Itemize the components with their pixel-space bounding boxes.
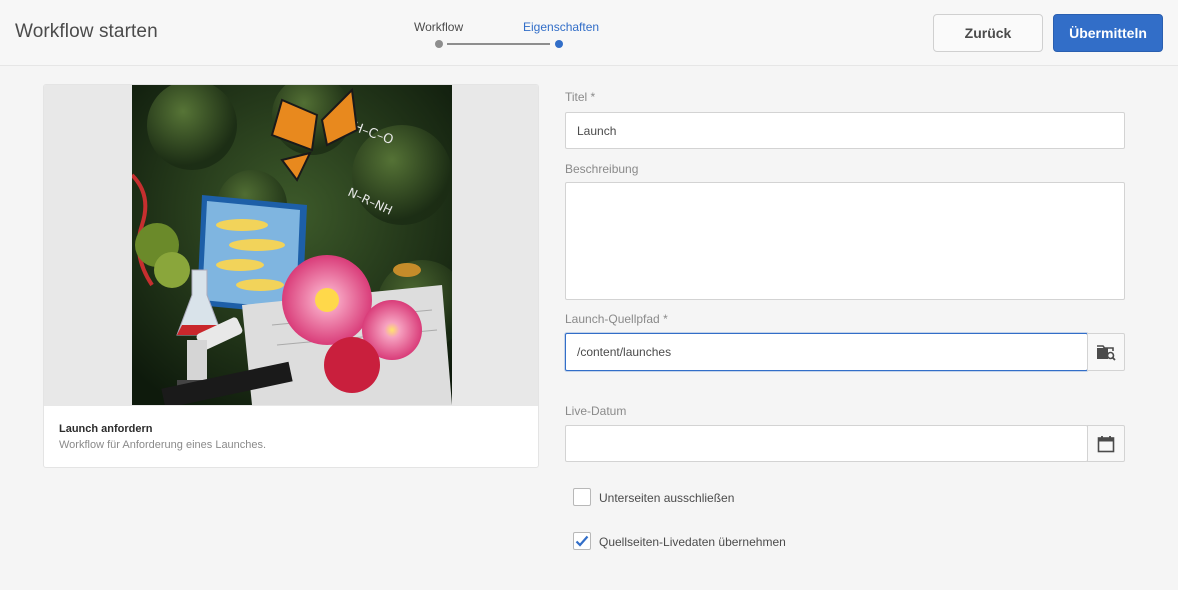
- date-picker-button[interactable]: [1087, 425, 1125, 462]
- submit-button[interactable]: Übermitteln: [1053, 14, 1163, 52]
- folder-search-icon: [1097, 345, 1116, 361]
- description-textarea[interactable]: [565, 182, 1125, 300]
- page-title: Workflow starten: [15, 21, 158, 42]
- card-description: Workflow für Anforderung eines Launches.: [59, 439, 267, 451]
- step-workflow-label[interactable]: Workflow: [414, 20, 463, 34]
- title-label: Titel *: [565, 90, 596, 104]
- step-properties-label[interactable]: Eigenschaften: [523, 20, 599, 34]
- source-path-label: Launch-Quellpfad *: [565, 312, 668, 326]
- step-connector: [447, 43, 550, 45]
- exclude-subpages-checkbox[interactable]: [573, 488, 591, 506]
- path-browser-button[interactable]: [1087, 333, 1125, 371]
- workflow-thumbnail: H–C–O N–R–NH: [132, 85, 452, 405]
- live-date-field[interactable]: [565, 425, 1088, 462]
- step-workflow-dot[interactable]: [435, 40, 443, 48]
- calendar-icon: [1097, 435, 1115, 452]
- card-image-area: H–C–O N–R–NH: [44, 85, 538, 405]
- exclude-subpages-label[interactable]: Unterseiten ausschließen: [599, 491, 734, 505]
- header-bar: Workflow starten Workflow Eigenschaften …: [0, 0, 1178, 66]
- workflow-card: H–C–O N–R–NH Launch anfordern Workflow f…: [43, 84, 539, 468]
- checkmark-icon: [575, 535, 589, 547]
- wizard-stepper: Workflow Eigenschaften: [409, 18, 609, 50]
- inherit-livedata-checkbox[interactable]: [573, 532, 591, 550]
- step-properties-dot[interactable]: [555, 40, 563, 48]
- inherit-livedata-label[interactable]: Quellseiten-Livedaten übernehmen: [599, 535, 786, 549]
- title-field[interactable]: Launch: [565, 112, 1125, 149]
- source-path-field[interactable]: /content/launches: [565, 333, 1088, 371]
- back-button[interactable]: Zurück: [933, 14, 1043, 52]
- live-date-label: Live-Datum: [565, 404, 627, 418]
- card-title: Launch anfordern: [59, 423, 153, 435]
- description-label: Beschreibung: [565, 162, 639, 176]
- card-caption: Launch anfordern Workflow für Anforderun…: [44, 405, 538, 467]
